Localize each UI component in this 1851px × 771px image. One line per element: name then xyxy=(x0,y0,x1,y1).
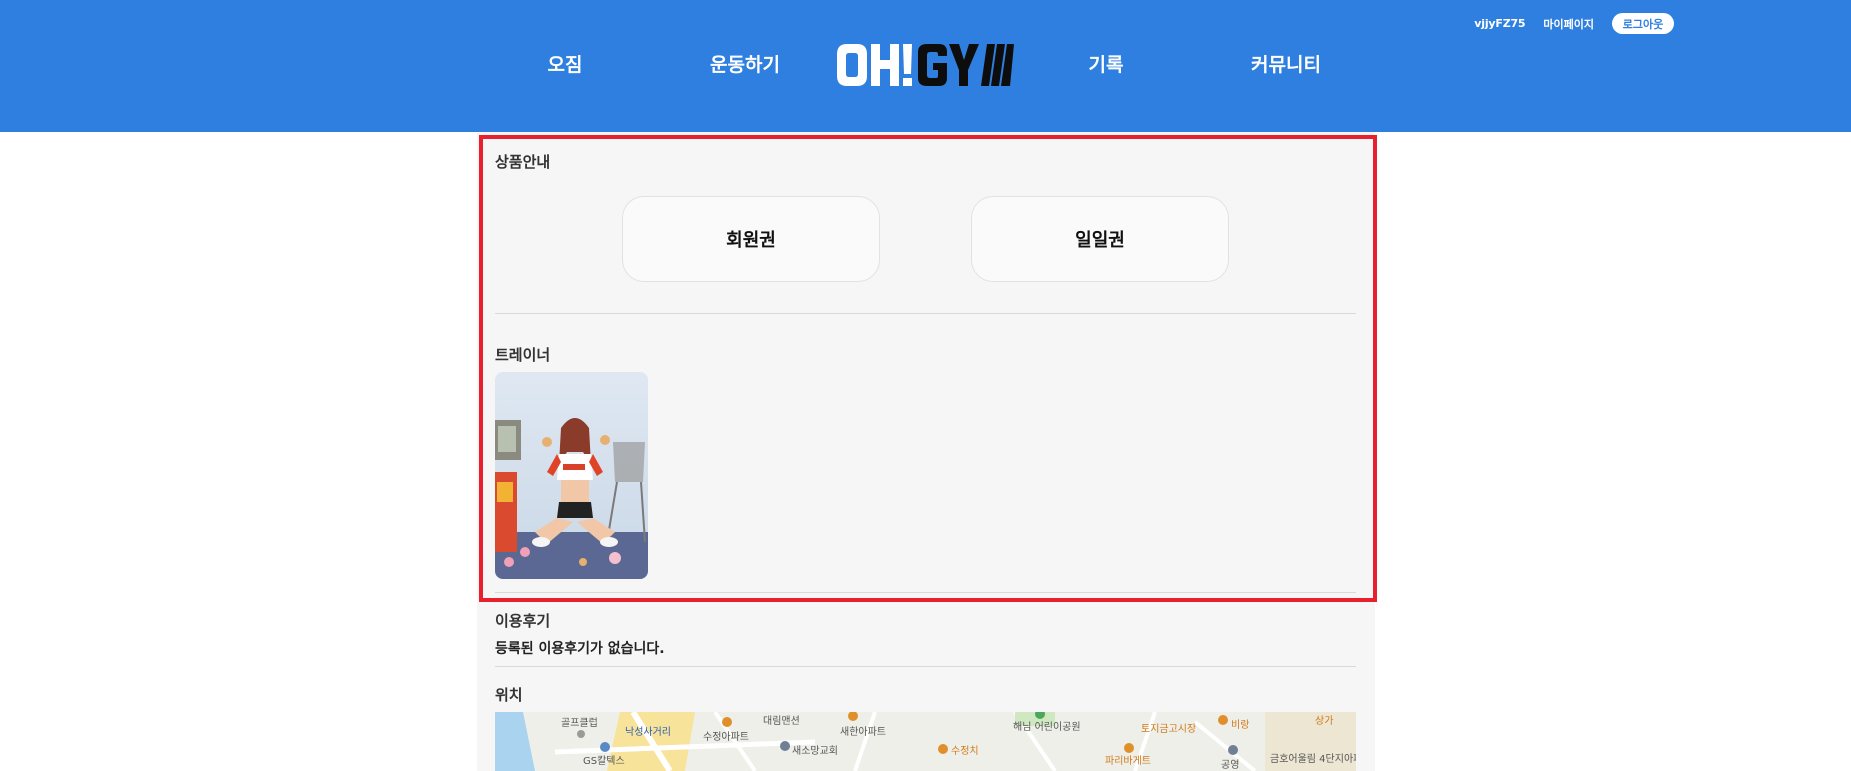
map-label: 금호어울림 4단지아파트 xyxy=(1270,754,1356,765)
reviews-title: 이용후기 xyxy=(495,612,551,630)
map-label: GS칼텍스 xyxy=(583,756,625,767)
map-label: 낙성사거리 xyxy=(625,727,671,738)
map-label: 토지금고시장 xyxy=(1141,724,1197,735)
reviews-empty-message: 등록된 이용후기가 없습니다. xyxy=(495,641,665,657)
products-title: 상품안내 xyxy=(495,153,551,171)
location-title: 위치 xyxy=(495,686,523,704)
daypass-card[interactable]: 일일권 xyxy=(971,196,1229,282)
map-label: 공영 xyxy=(1221,760,1240,771)
map-label: 수정아파트 xyxy=(703,732,749,743)
ohgym-logo[interactable] xyxy=(835,42,1015,88)
user-bar: vjjyFZ75 마이페이지 로그아웃 xyxy=(1474,13,1674,34)
map-label: 골프클럽 xyxy=(561,718,598,729)
membership-card[interactable]: 회원권 xyxy=(622,196,880,282)
map-label: 파리바게트 xyxy=(1105,756,1151,767)
nav-workout[interactable]: 운동하기 xyxy=(675,50,815,77)
nav-community[interactable]: 커뮤니티 xyxy=(1216,50,1356,77)
mypage-link[interactable]: 마이페이지 xyxy=(1543,16,1594,32)
divider xyxy=(495,313,1356,314)
location-map[interactable]: 골프클럽 낙성사거리 수정아파트 대림맨션 새한아파트 해님 어린이공원 토지금… xyxy=(495,712,1356,771)
nav-records[interactable]: 기록 xyxy=(1036,50,1176,77)
map-label: 상가 xyxy=(1315,716,1334,727)
nav-ojim[interactable]: 오짐 xyxy=(495,50,635,77)
trainer-photo[interactable] xyxy=(495,372,648,579)
trainers-title: 트레이너 xyxy=(495,346,551,364)
map-label: 수정치 xyxy=(951,746,979,757)
site-header: vjjyFZ75 마이페이지 로그아웃 오짐 운동하기 기록 커뮤니티 xyxy=(0,0,1851,132)
map-label: 해님 어린이공원 xyxy=(1013,722,1081,733)
map-label: 새한아파트 xyxy=(840,727,886,738)
logout-button[interactable]: 로그아웃 xyxy=(1612,13,1674,34)
divider xyxy=(495,592,1356,593)
map-label: 대림맨션 xyxy=(763,716,800,727)
username: vjjyFZ75 xyxy=(1474,17,1526,30)
divider xyxy=(495,666,1356,667)
map-label: 비랑 xyxy=(1231,720,1250,731)
gym-detail-panel: 상품안내 회원권 일일권 트레이너 이용후기 등록된 이용후기가 없습니다. 위… xyxy=(477,132,1375,771)
map-label: 새소망교회 xyxy=(792,746,838,757)
